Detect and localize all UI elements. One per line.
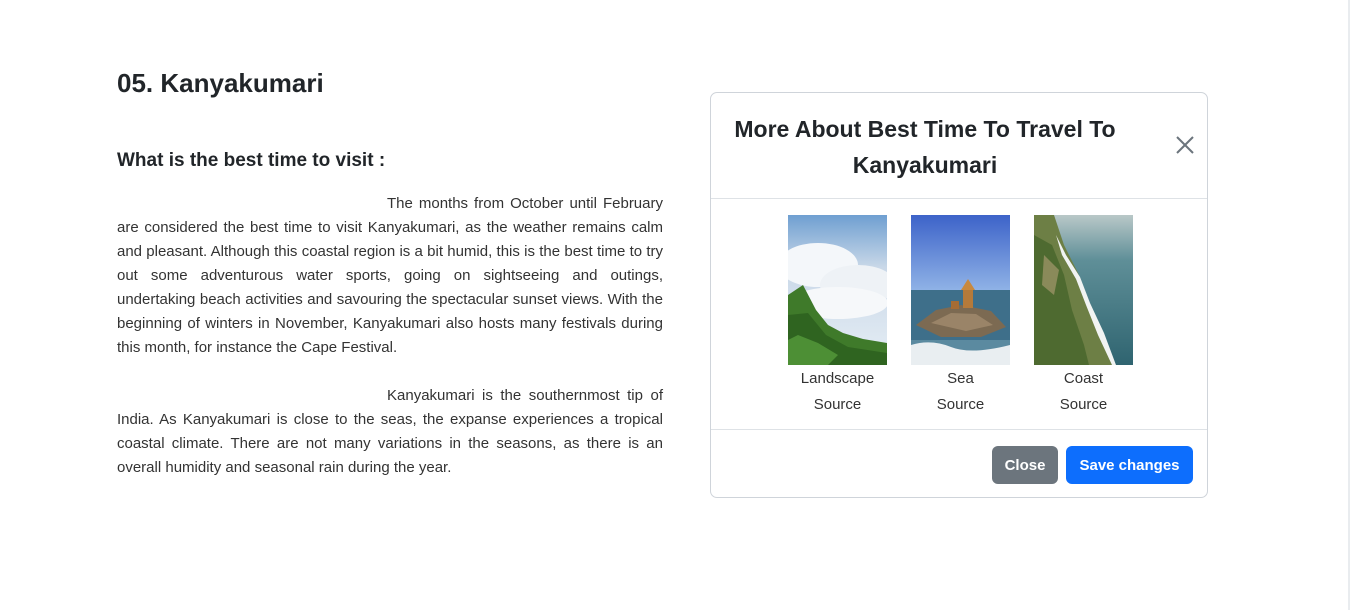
image-gallery: Landscape Source Sea Source Coast Source bbox=[788, 215, 1133, 417]
coast-caption-label: Coast bbox=[1063, 370, 1104, 387]
page-title: 05. Kanyakumari bbox=[117, 68, 324, 98]
modal-footer: Close Save changes bbox=[711, 430, 1207, 500]
coast-figure: Coast Source bbox=[1034, 215, 1133, 417]
landscape-photo[interactable] bbox=[788, 215, 887, 365]
best-time-paragraph: The months from October until February a… bbox=[117, 195, 663, 356]
modal-body: Landscape Source Sea Source Coast Source bbox=[711, 199, 1207, 430]
save-changes-button[interactable]: Save changes bbox=[1066, 446, 1193, 484]
landscape-figure: Landscape Source bbox=[788, 215, 887, 417]
landscape-source-link[interactable]: Source bbox=[788, 393, 887, 417]
article: 05. Kanyakumari What is the best time to… bbox=[117, 64, 663, 480]
sea-source-link[interactable]: Source bbox=[911, 393, 1010, 417]
best-time-heading: What is the best time to visit : bbox=[117, 150, 386, 171]
climate-paragraph: Kanyakumari is the southernmost tip of I… bbox=[117, 387, 663, 476]
info-modal: More About Best Time To Travel To Kanyak… bbox=[710, 92, 1208, 498]
modal-header: More About Best Time To Travel To Kanyak… bbox=[711, 93, 1207, 199]
coast-photo[interactable] bbox=[1034, 215, 1133, 365]
close-button[interactable]: Close bbox=[992, 446, 1058, 484]
sea-figure: Sea Source bbox=[911, 215, 1010, 417]
close-icon[interactable] bbox=[1173, 133, 1197, 157]
modal-title: More About Best Time To Travel To Kanyak… bbox=[734, 116, 1116, 178]
landscape-caption-label: Landscape bbox=[800, 370, 875, 387]
sea-caption-label: Sea bbox=[947, 370, 974, 387]
coast-source-link[interactable]: Source bbox=[1034, 393, 1133, 417]
sea-photo[interactable] bbox=[911, 215, 1010, 365]
